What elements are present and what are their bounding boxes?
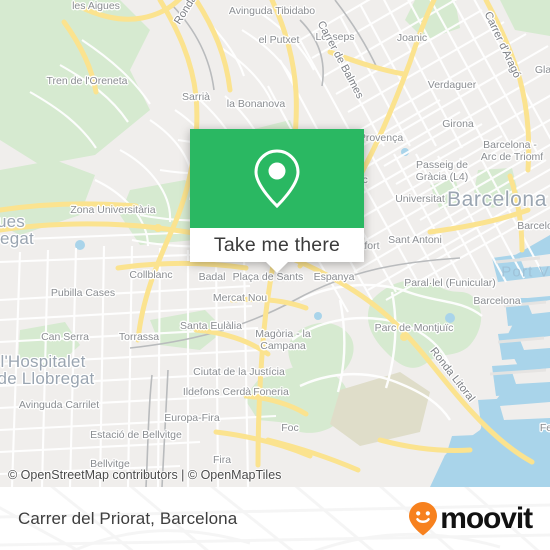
map-pin-icon [254,148,300,208]
popup-pointer [266,262,288,273]
location-popup[interactable]: Take me there [190,129,364,273]
moovit-wordmark: moovit [440,501,533,535]
moovit-logo[interactable]: moovit [408,501,533,537]
take-me-there-label: Take me there [213,233,341,256]
location-title: Carrer del Priorat, Barcelona [18,508,238,528]
footer-bar: Carrer del Priorat, Barcelona moovit [0,487,550,550]
map-canvas[interactable]: les Aigues Avinguda Tibidabo Ronda Joanic Le… [0,0,550,487]
popup-cta-bar[interactable]: Take me there [190,228,364,262]
moovit-smiley-pin-icon [409,501,438,535]
moovit-map-screen: les Aigues Avinguda Tibidabo Ronda Joanic Le… [0,0,550,550]
map-attribution[interactable]: © OpenStreetMap contributors | © OpenMap… [8,468,281,482]
popup-header [190,129,364,228]
